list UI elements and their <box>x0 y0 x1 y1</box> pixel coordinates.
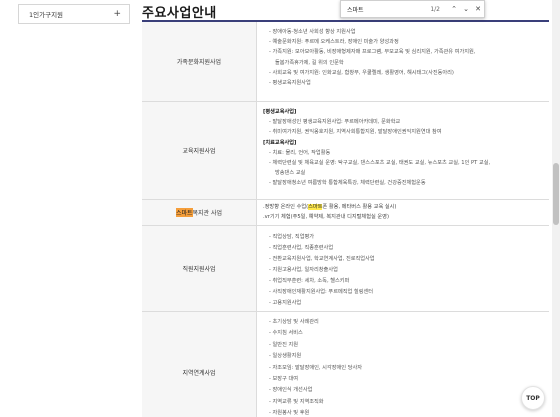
program-details: 직업상담, 직업평가 직업훈련사업, 직종훈련사업 전환교육지원사업, 학교연계… <box>257 226 549 311</box>
list-item: 장애아동·청소년 사회성 향상 지원사업 <box>261 27 545 37</box>
list-item: 치료: 물리, 언어, 작업활동 <box>261 148 545 158</box>
list-item: 장애인식 개선사업 <box>261 385 545 396</box>
search-highlight: 스마트 <box>308 204 323 210</box>
detail-text: .정방향 온라인 수업( <box>263 204 309 210</box>
list-item: 사직장애인재활지원사업: 푸르메직업 힐링센터 <box>261 287 545 298</box>
program-details: 초기상담 및 사례관리 수지침 서비스 일반진 지원 일상생활지원 자조모임: … <box>257 312 549 417</box>
program-name: 지역연계사업 <box>142 312 257 417</box>
section-heading: [치료교육사업] <box>263 139 297 146</box>
find-input[interactable]: 스마트 <box>347 5 430 14</box>
list-item: 발달장애청소년 여름방학 통합체육특강, 체력단련실, 건강증진체험운동 <box>261 178 545 188</box>
list-item: 돌봄가족휴가제, 길 위의 인문학 <box>275 59 344 66</box>
program-details: 장애아동·청소년 사회성 향상 지원사업 예술문화지원: 푸르메 오케스트라, … <box>257 22 549 101</box>
list-item: 직업훈련사업, 직종훈련사업 <box>261 243 545 254</box>
list-item: 고용지원사업 <box>261 298 545 309</box>
list-item: 체력단련실 및 체육교실 운영: 탁구교실, 댄스스포츠 교실, 태권도 교실,… <box>261 158 545 168</box>
list-item: 발달장애성인 평생교육지원사업: 푸르메아카데미, 문화학교 <box>261 117 545 127</box>
expand-plus-icon[interactable]: + <box>113 9 121 19</box>
list-item: 일상생활지원 <box>261 351 545 362</box>
list-item: .vr기기 체험(주5일, 예약제, 복지관내 디지털체험실 운영) <box>263 214 389 220</box>
list-item: .정방향 온라인 수업(스마트폰 활용, 메타버스 활용 교육 실시) <box>261 202 545 212</box>
table-row: 직원지원사업 직업상담, 직업평가 직업훈련사업, 직종훈련사업 전환교육지원사… <box>142 226 549 312</box>
program-name: 교육지원사업 <box>142 102 257 199</box>
list-item: 취업직무훈련: 세차, 소독, 헬스키퍼 <box>261 276 545 287</box>
program-name-rest: 복지관 사업 <box>192 210 223 217</box>
find-close-icon[interactable]: ✕ <box>472 5 484 13</box>
list-item: 초기상담 및 사례관리 <box>261 317 545 328</box>
sidebar-item-label: 1인가구지원 <box>29 11 64 19</box>
page-title: 주요사업안내 <box>142 6 217 21</box>
scroll-top-button[interactable]: TOP <box>521 386 545 410</box>
table-row: 지역연계사업 초기상담 및 사례관리 수지침 서비스 일반진 지원 일상생활지원… <box>142 312 549 417</box>
find-prev-icon[interactable]: ⌃ <box>448 5 460 13</box>
program-name: 가족문화지원사업 <box>142 22 257 101</box>
list-item: 가족지원: 모아모아활동, 비장애형제자매 프로그램, 부모교육 및 심리지원,… <box>261 47 545 57</box>
list-item: 예술문화지원: 푸르메 오케스트라, 장애인 미술가 양성과정 <box>261 37 545 47</box>
find-match-count: 1/2 <box>430 5 440 13</box>
list-item: 전환교육지원사업, 학교연계사업, 진로직업사업 <box>261 254 545 265</box>
list-item: 평생교육지원사업 <box>261 78 545 88</box>
section-heading: [평생교육사업] <box>263 109 297 115</box>
table-row: 교육지원사업 [평생교육사업] 발달장애성인 평생교육지원사업: 푸르메아카데미… <box>142 102 549 200</box>
list-item: 자원봉사 및 후원 <box>261 408 545 417</box>
program-details: .정방향 온라인 수업(스마트폰 활용, 메타버스 활용 교육 실시) .vr기… <box>257 200 549 225</box>
list-item: 자조모임: 발달장애인, 시각장애인 당사자 <box>261 363 545 374</box>
list-item: 취미여가지원, 권익옹호지원, 지역사회통합지원, 발달장애인권익지원연대 참여 <box>261 127 545 137</box>
scrollbar-thumb[interactable] <box>553 163 559 225</box>
list-item: 일반진 지원 <box>261 340 545 351</box>
sidebar-item-single-household[interactable]: 1인가구지원 + <box>18 4 130 24</box>
search-highlight-current: 스마트 <box>175 208 193 217</box>
list-item: 사회교육 및 여가지원: 인화교실, 합창부, 우쿨렐레, 생활영어, 해시태그… <box>261 68 545 78</box>
table-row: 스마트 복지관 사업 .정방향 온라인 수업(스마트폰 활용, 메타버스 활용 교… <box>142 200 549 226</box>
find-next-icon[interactable]: ⌄ <box>460 5 472 13</box>
table-row: 가족문화지원사업 장애아동·청소년 사회성 향상 지원사업 예술문화지원: 푸르… <box>142 22 549 102</box>
program-details: [평생교육사업] 발달장애성인 평생교육지원사업: 푸르메아카데미, 문화학교 … <box>257 102 549 199</box>
list-item: 지역교류 및 지역조직화 <box>261 397 545 408</box>
program-name: 직원지원사업 <box>142 226 257 311</box>
list-item: 방송댄스 교실 <box>275 170 306 177</box>
program-table: 가족문화지원사업 장애아동·청소년 사회성 향상 지원사업 예술문화지원: 푸르… <box>142 22 549 417</box>
list-item: 지원고용사업, 일자리창출사업 <box>261 265 545 276</box>
list-item: 수지침 서비스 <box>261 328 545 339</box>
find-bar: 스마트 1/2 ⌃ ⌄ ✕ <box>340 0 485 18</box>
list-item: 보장구 대여 <box>261 374 545 385</box>
list-item: 직업상담, 직업평가 <box>261 232 545 243</box>
program-name: 스마트 복지관 사업 <box>142 200 257 225</box>
detail-text: 폰 활용, 메타버스 활용 교육 실시) <box>322 204 397 210</box>
